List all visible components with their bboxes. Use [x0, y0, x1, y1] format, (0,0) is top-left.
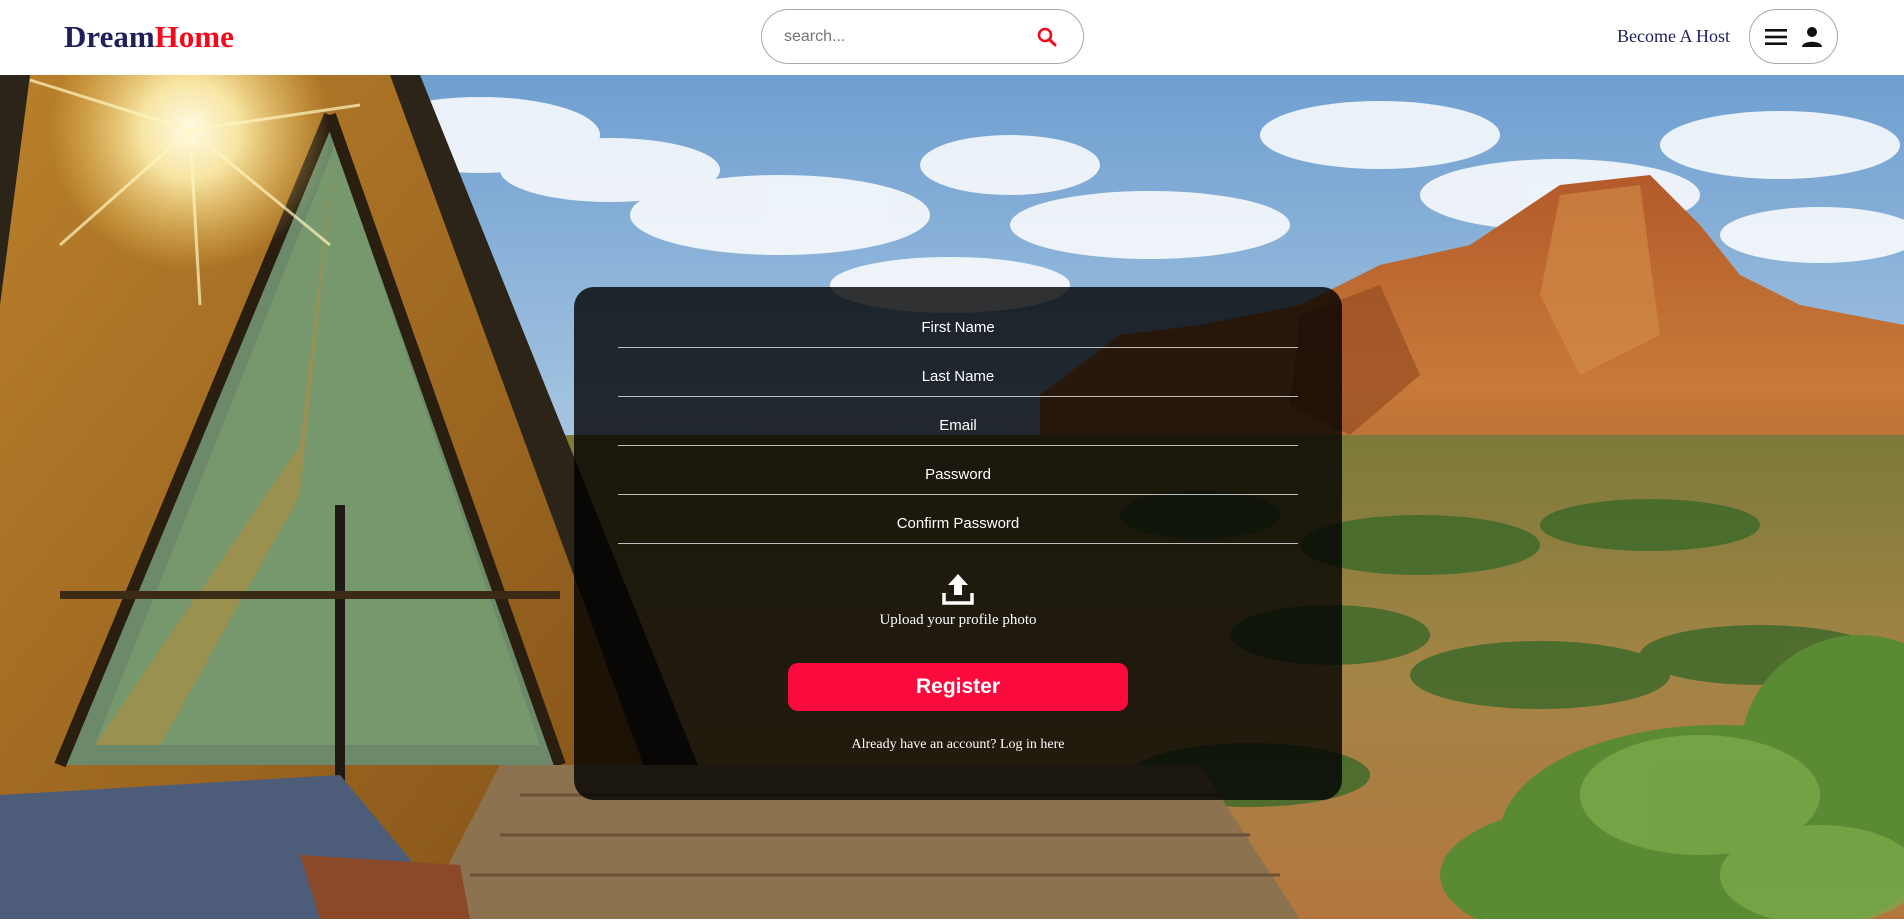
- register-button[interactable]: Register: [788, 663, 1128, 711]
- login-link[interactable]: Already have an account? Log in here: [574, 737, 1342, 753]
- search-icon[interactable]: [1033, 23, 1061, 51]
- top-navbar: DreamHome Become A Host: [0, 0, 1904, 75]
- logo-text-home: Home: [154, 19, 234, 54]
- become-a-host-link[interactable]: Become A Host: [1617, 24, 1730, 48]
- last-name-field[interactable]: [618, 357, 1298, 397]
- confirm-password-field[interactable]: [618, 504, 1298, 544]
- logo-text-dream: Dream: [64, 19, 155, 54]
- upload-label: Upload your profile photo: [879, 612, 1037, 628]
- hamburger-menu-icon: [1764, 28, 1787, 46]
- upload-icon: [941, 573, 975, 605]
- email-field[interactable]: [618, 406, 1298, 446]
- account-menu-button[interactable]: [1749, 9, 1838, 64]
- first-name-field[interactable]: [618, 308, 1298, 348]
- search-bar: [761, 9, 1084, 64]
- register-form-card: Upload your profile photo Register Alrea…: [574, 287, 1342, 800]
- search-input[interactable]: [784, 21, 1033, 52]
- logo[interactable]: DreamHome: [64, 18, 234, 56]
- person-icon: [1801, 26, 1823, 48]
- password-field[interactable]: [618, 455, 1298, 495]
- upload-profile-photo[interactable]: Upload your profile photo: [574, 573, 1342, 629]
